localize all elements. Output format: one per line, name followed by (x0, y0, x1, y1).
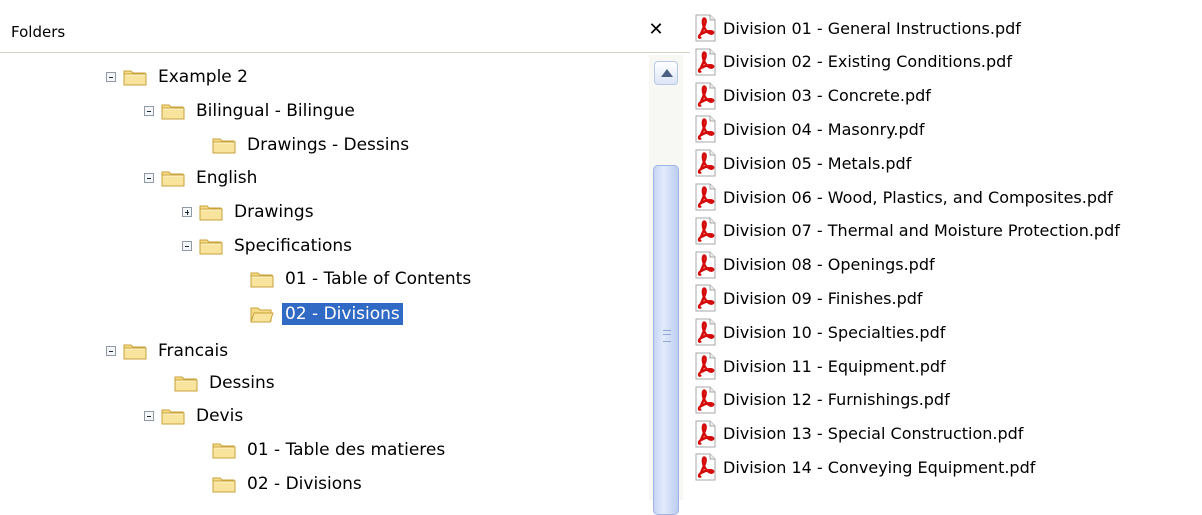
folder-icon (161, 102, 185, 120)
file-name[interactable]: Division 04 - Masonry.pdf (723, 120, 924, 139)
file-list-item[interactable]: Division 11 - Equipment.pdf (690, 350, 946, 382)
file-name[interactable]: Division 01 - General Instructions.pdf (723, 19, 1021, 38)
file-list-item[interactable]: Division 08 - Openings.pdf (690, 249, 935, 281)
folder-icon (123, 342, 147, 360)
collapse-icon[interactable] (144, 411, 154, 421)
folders-header: Folders ✕ (0, 11, 690, 53)
file-list-item[interactable]: Division 07 - Thermal and Moisture Prote… (690, 215, 1120, 247)
tree-item-label[interactable]: Drawings (231, 201, 317, 223)
pdf-file-icon (690, 284, 721, 312)
folder-icon (161, 407, 185, 425)
file-list-item[interactable]: Division 14 - Conveying Equipment.pdf (690, 451, 1035, 483)
tree-item[interactable]: 02 - Divisions (212, 467, 365, 500)
vertical-scrollbar[interactable] (649, 55, 683, 515)
pdf-file-icon (690, 14, 721, 42)
tree-item-label[interactable]: Example 2 (155, 66, 251, 88)
file-name[interactable]: Division 08 - Openings.pdf (723, 255, 935, 274)
pdf-file-icon (690, 251, 721, 279)
tree-item[interactable]: 01 - Table of Contents (250, 262, 474, 296)
tree-item-label[interactable]: 01 - Table of Contents (282, 268, 474, 290)
scroll-up-arrow-icon[interactable] (654, 61, 678, 85)
folder-tree: Example 2 Bilingual - Bilingue Drawings - … (0, 55, 680, 500)
pdf-file-icon (690, 386, 721, 414)
file-list-item[interactable]: Division 13 - Special Construction.pdf (690, 418, 1023, 450)
tree-item-label[interactable]: Drawings - Dessins (244, 134, 412, 156)
scrollbar-grip-icon (663, 330, 671, 342)
folder-icon (212, 441, 236, 459)
tree-item[interactable]: Francais (106, 334, 231, 368)
expand-icon[interactable] (182, 207, 192, 217)
file-list-item[interactable]: Division 04 - Masonry.pdf (690, 113, 924, 145)
tree-item[interactable]: 01 - Table des matieres (212, 433, 448, 467)
file-list-item[interactable]: Division 02 - Existing Conditions.pdf (690, 46, 1012, 78)
collapse-icon[interactable] (144, 106, 154, 116)
folder-icon (199, 237, 223, 255)
file-name[interactable]: Division 12 - Furnishings.pdf (723, 390, 950, 409)
file-name[interactable]: Division 11 - Equipment.pdf (723, 357, 946, 376)
pdf-file-icon (690, 149, 721, 177)
file-name[interactable]: Division 13 - Special Construction.pdf (723, 424, 1023, 443)
tree-item[interactable]: 02 - Divisions (250, 297, 403, 331)
tree-item[interactable]: Dessins (174, 366, 278, 400)
collapse-icon[interactable] (106, 346, 116, 356)
file-list-item[interactable]: Division 06 - Wood, Plastics, and Compos… (690, 181, 1113, 213)
folder-icon (212, 136, 236, 154)
folder-icon (199, 203, 223, 221)
pdf-file-icon (690, 453, 721, 481)
tree-item[interactable]: Specifications (182, 229, 355, 263)
tree-item-label[interactable]: 01 - Table des matieres (244, 439, 448, 461)
tree-item-label[interactable]: 02 - Divisions (244, 473, 365, 495)
scrollbar-thumb[interactable] (653, 165, 679, 515)
file-list-item[interactable]: Division 01 - General Instructions.pdf (690, 12, 1021, 44)
folder-icon (174, 374, 198, 392)
tree-item[interactable]: Devis (144, 399, 246, 433)
tree-item-label[interactable]: Specifications (231, 235, 355, 257)
folders-pane: Folders ✕ Example 2 Bilingual - Bilingue D… (0, 0, 690, 515)
tree-item[interactable]: Drawings - Dessins (212, 128, 412, 162)
pdf-file-icon (690, 183, 721, 211)
pdf-file-icon (690, 420, 721, 448)
tree-item-label[interactable]: Francais (155, 340, 231, 362)
pdf-file-icon (690, 115, 721, 143)
tree-item[interactable]: English (144, 161, 260, 195)
folder-icon (161, 169, 185, 187)
pdf-file-icon (690, 352, 721, 380)
file-name[interactable]: Division 03 - Concrete.pdf (723, 86, 931, 105)
collapse-icon[interactable] (106, 72, 116, 82)
collapse-icon[interactable] (144, 173, 154, 183)
tree-item[interactable]: Drawings (182, 195, 317, 229)
pdf-file-icon (690, 48, 721, 76)
tree-item-label[interactable]: 02 - Divisions (282, 303, 403, 325)
file-name[interactable]: Division 09 - Finishes.pdf (723, 289, 923, 308)
file-list-item[interactable]: Division 09 - Finishes.pdf (690, 282, 923, 314)
file-list-item[interactable]: Division 10 - Specialties.pdf (690, 316, 945, 348)
file-list-item[interactable]: Division 05 - Metals.pdf (690, 147, 911, 179)
file-list-item[interactable]: Division 12 - Furnishings.pdf (690, 384, 950, 416)
file-name[interactable]: Division 07 - Thermal and Moisture Prote… (723, 221, 1120, 240)
file-name[interactable]: Division 02 - Existing Conditions.pdf (723, 52, 1012, 71)
file-name[interactable]: Division 14 - Conveying Equipment.pdf (723, 458, 1035, 477)
pdf-file-icon (690, 318, 721, 346)
file-list: Division 01 - General Instructions.pdf Di… (690, 0, 1202, 500)
open-folder-icon (250, 305, 274, 323)
folders-title: Folders (11, 23, 66, 41)
folder-icon (212, 475, 236, 493)
close-icon[interactable]: ✕ (646, 19, 666, 41)
pdf-file-icon (690, 217, 721, 245)
tree-item[interactable]: Bilingual - Bilingue (144, 94, 358, 128)
tree-item-label[interactable]: Devis (193, 405, 246, 427)
pdf-file-icon (690, 82, 721, 110)
tree-item-label[interactable]: Dessins (206, 372, 278, 394)
file-list-item[interactable]: Division 03 - Concrete.pdf (690, 80, 931, 112)
tree-item-label[interactable]: English (193, 167, 260, 189)
folder-icon (123, 68, 147, 86)
folder-icon (250, 270, 274, 288)
collapse-icon[interactable] (182, 241, 192, 251)
file-name[interactable]: Division 05 - Metals.pdf (723, 154, 911, 173)
tree-item[interactable]: Example 2 (106, 60, 251, 94)
tree-item-label[interactable]: Bilingual - Bilingue (193, 100, 358, 122)
file-name[interactable]: Division 06 - Wood, Plastics, and Compos… (723, 188, 1113, 207)
file-name[interactable]: Division 10 - Specialties.pdf (723, 323, 945, 342)
